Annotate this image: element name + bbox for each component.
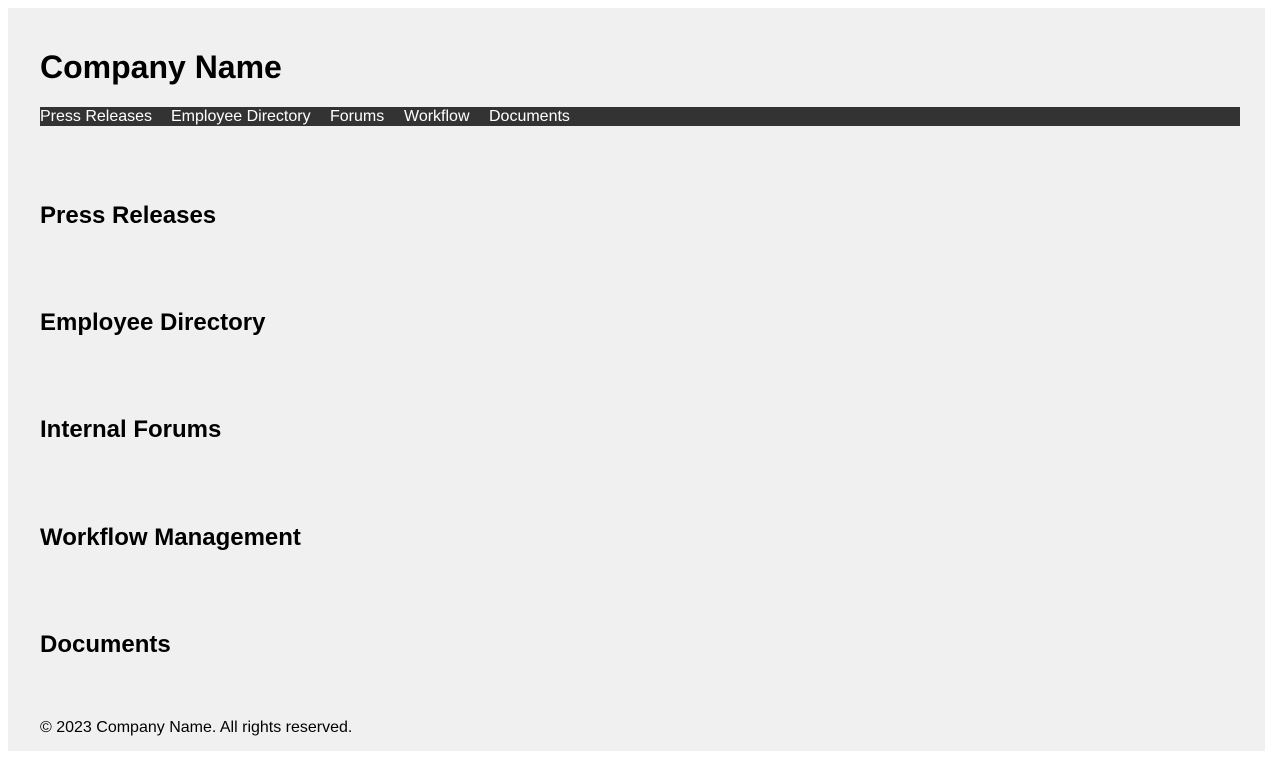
- main-nav: Press Releases Employee Directory Forums…: [40, 107, 1240, 126]
- documents-heading: Documents: [40, 631, 171, 658]
- nav-link-workflow[interactable]: Workflow: [404, 107, 470, 127]
- press-releases-heading: Press Releases: [40, 202, 217, 229]
- company-name-heading: Company Name: [40, 49, 282, 85]
- workflow-management-section: Workflow Management: [32, 515, 1234, 551]
- nav-link-documents[interactable]: Documents: [489, 107, 570, 127]
- internal-forums-heading: Internal Forums: [40, 416, 222, 443]
- nav-link-forums[interactable]: Forums: [330, 107, 384, 127]
- employee-directory-section: Employee Directory: [32, 300, 1234, 336]
- employee-directory-heading: Employee Directory: [40, 309, 266, 336]
- workflow-management-heading: Workflow Management: [40, 524, 301, 551]
- nav-link-employee-directory[interactable]: Employee Directory: [171, 107, 311, 127]
- internal-forums-section: Internal Forums: [32, 407, 1234, 443]
- site-footer: © 2023 Company Name. All rights reserved…: [40, 718, 352, 738]
- nav-link-press-releases[interactable]: Press Releases: [40, 107, 152, 127]
- copyright-text: © 2023 Company Name. All rights reserved…: [40, 719, 353, 736]
- documents-section: Documents: [32, 622, 1234, 658]
- press-releases-section: Press Releases: [32, 193, 1234, 229]
- site-header: Company Name: [32, 40, 1234, 85]
